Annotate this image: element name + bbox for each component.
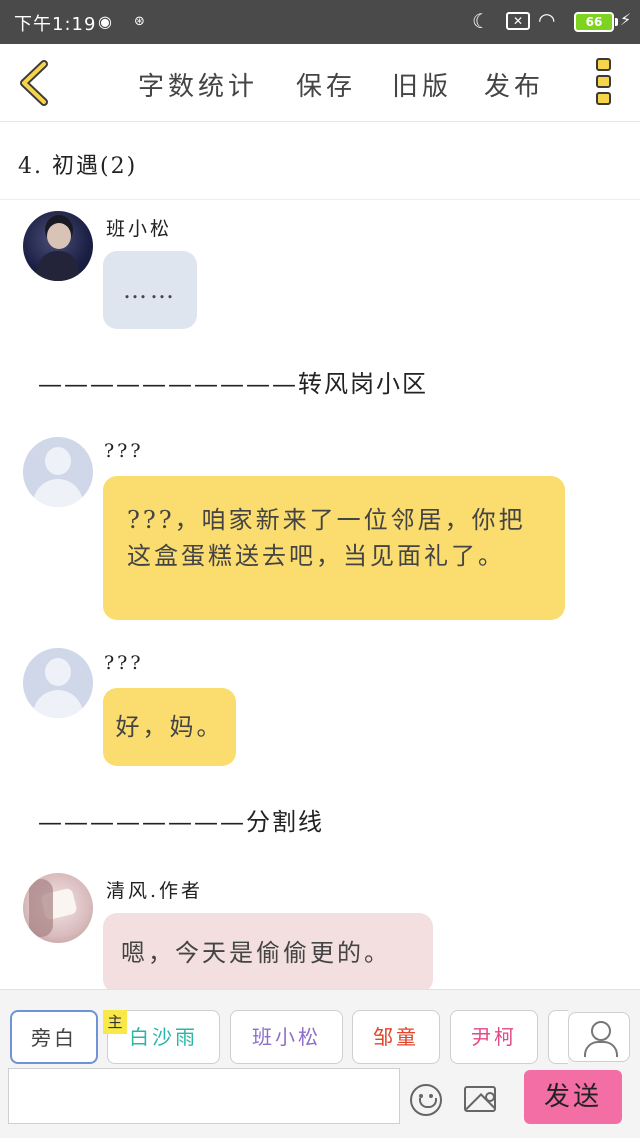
role-narration[interactable]: 旁白 <box>10 1010 98 1064</box>
role-yin-ke[interactable]: 尹柯 <box>450 1010 538 1064</box>
save-button[interactable]: 保存 <box>296 66 356 103</box>
chapter-title[interactable]: 4. 初遇(2) <box>18 148 137 180</box>
moon-icon: ☾ <box>472 9 490 33</box>
message-input[interactable] <box>8 1068 400 1124</box>
avatar[interactable] <box>23 648 93 718</box>
publish-button[interactable]: 发布 <box>484 66 544 103</box>
old-version-button[interactable]: 旧版 <box>392 66 452 103</box>
word-count-button[interactable]: 字数统计 <box>138 66 258 103</box>
status-time: 下午1:19 <box>14 14 97 35</box>
scene-divider[interactable]: ————————分割线 <box>38 802 324 837</box>
notification-icon: ◉ <box>98 12 112 31</box>
role-zou-tong[interactable]: 邹童 <box>352 1010 440 1064</box>
send-button[interactable]: 发送 <box>524 1070 622 1124</box>
battery-icon: 66 <box>574 12 618 32</box>
role-partial[interactable] <box>548 1010 568 1064</box>
back-icon[interactable] <box>14 58 54 108</box>
main-character-badge: 主 <box>103 1010 127 1034</box>
message-bubble[interactable]: ???，咱家新来了一位邻居，你把这盒蛋糕送去吧，当见面礼了。 <box>103 476 565 620</box>
sender-name: ??? <box>104 652 144 674</box>
sender-name: 清风.作者 <box>106 880 204 902</box>
avatar[interactable] <box>23 873 93 943</box>
status-bar: 下午1:19 ◉ ⊛ ☾ ✕ ◠ 66 ⚡ <box>0 0 640 44</box>
compose-panel: 旁白 白沙雨 主 班小松 邹童 尹柯 发送 <box>0 989 640 1138</box>
avatar[interactable] <box>23 437 93 507</box>
add-role-icon[interactable] <box>568 1012 630 1062</box>
charging-icon: ⚡ <box>620 10 632 29</box>
editor-toolbar: 字数统计 保存 旧版 发布 <box>0 44 640 122</box>
notification-small-icon: ⊛ <box>134 14 145 29</box>
sender-name: ??? <box>104 440 144 462</box>
avatar[interactable] <box>23 211 93 281</box>
sender-name: 班小松 <box>106 218 173 240</box>
more-menu-icon[interactable] <box>592 58 614 110</box>
battery-level: 66 <box>585 15 603 29</box>
scene-divider[interactable]: ——————————转风岗小区 <box>38 364 428 399</box>
message-bubble[interactable]: 嗯，今天是偷偷更的。 <box>103 913 433 993</box>
role-ban-xiaosong[interactable]: 班小松 <box>230 1010 343 1064</box>
message-bubble[interactable]: 好，妈。 <box>103 688 236 766</box>
chapter-header: 4. 初遇(2) <box>0 122 640 200</box>
image-icon[interactable] <box>464 1086 496 1112</box>
emoji-icon[interactable] <box>410 1084 442 1116</box>
sim-icon: ✕ <box>506 12 530 30</box>
message-bubble[interactable]: …… <box>103 251 197 329</box>
wifi-icon: ◠ <box>538 8 556 32</box>
